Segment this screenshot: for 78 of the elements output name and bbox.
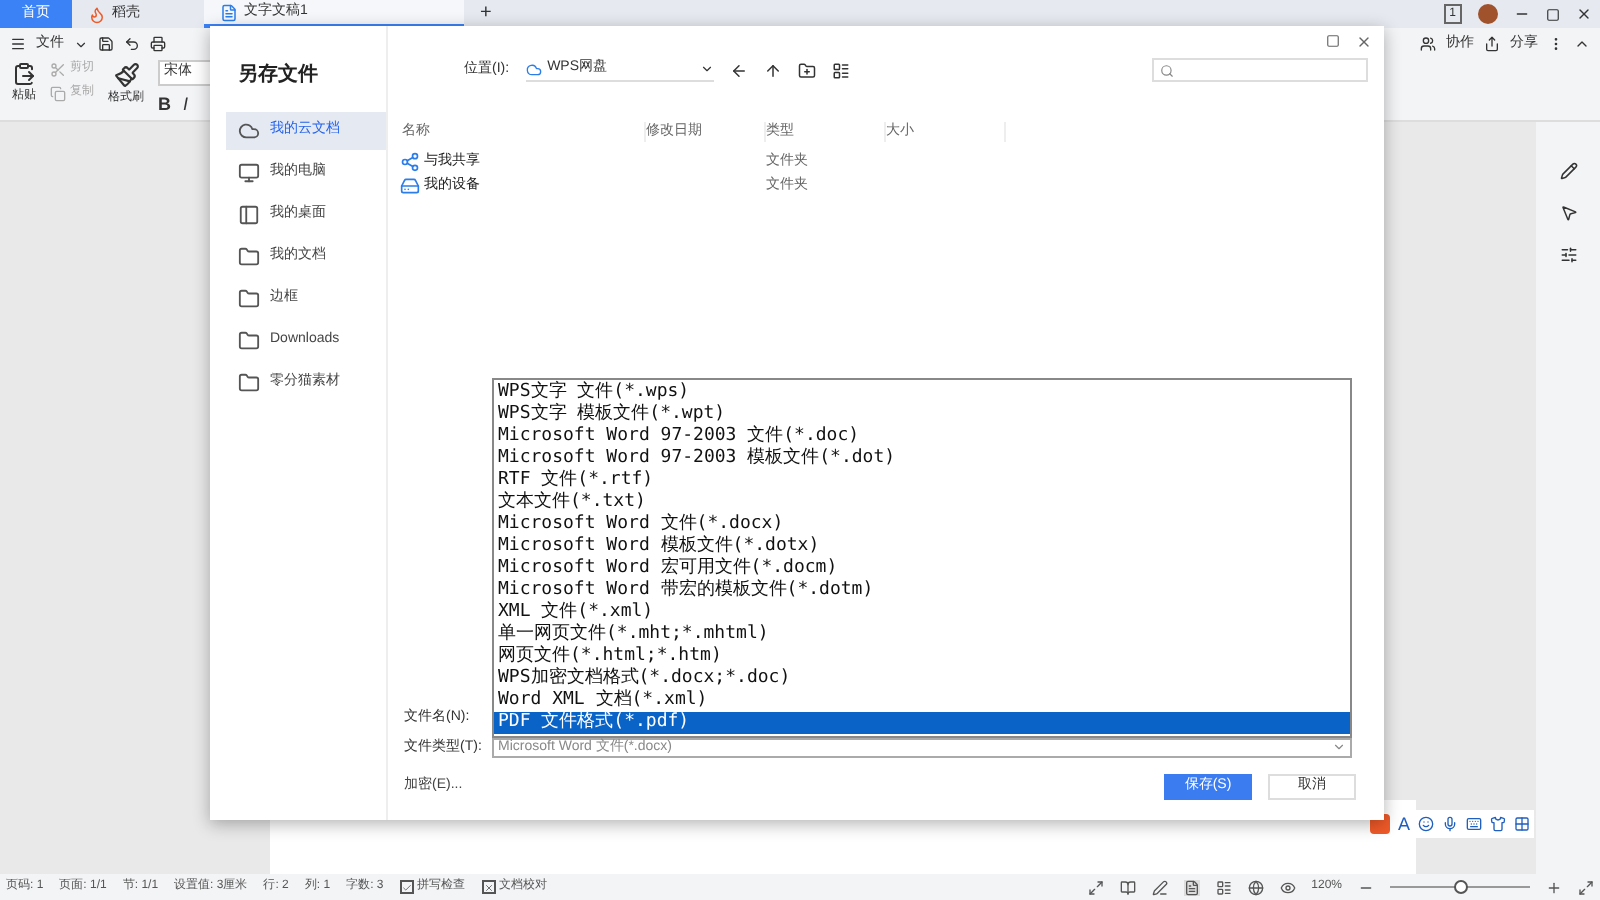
keyboard-icon[interactable] bbox=[1466, 816, 1483, 832]
folder-icon bbox=[238, 246, 260, 268]
filetype-option[interactable]: 网页文件(*.html;*.htm) bbox=[494, 645, 1350, 668]
filetype-option[interactable]: Word XML 文档(*.xml) bbox=[494, 689, 1350, 712]
print-icon[interactable] bbox=[150, 36, 166, 52]
microphone-icon[interactable] bbox=[1442, 816, 1459, 832]
filetype-option[interactable]: Microsoft Word 文件(*.docx) bbox=[494, 513, 1350, 536]
collapse-icon[interactable] bbox=[1574, 36, 1590, 52]
filetype-option[interactable]: Microsoft Word 97-2003 文件(*.doc) bbox=[494, 425, 1350, 448]
chevron-down-icon[interactable] bbox=[74, 37, 88, 51]
filetype-option[interactable]: WPS文字 模板文件(*.wpt) bbox=[494, 403, 1350, 426]
font-button[interactable]: A bbox=[1398, 815, 1411, 833]
fit-icon[interactable] bbox=[1578, 879, 1594, 895]
sliders-icon[interactable] bbox=[1559, 246, 1577, 264]
flame-icon bbox=[88, 5, 106, 23]
filetype-option[interactable]: 文本文件(*.txt) bbox=[494, 491, 1350, 514]
maximize-icon[interactable] bbox=[1326, 34, 1340, 48]
filetype-option[interactable]: RTF 文件(*.rtf) bbox=[494, 469, 1350, 492]
filetype-option[interactable]: WPS文字 文件(*.wps) bbox=[494, 381, 1350, 404]
pointer-icon[interactable] bbox=[1559, 204, 1577, 222]
share-icon[interactable] bbox=[1484, 36, 1500, 52]
filetype-option[interactable]: PDF 文件格式(*.pdf) bbox=[494, 711, 1350, 734]
close-icon[interactable] bbox=[1356, 34, 1372, 50]
italic-button[interactable]: I bbox=[183, 91, 189, 118]
share-icon bbox=[400, 152, 420, 172]
new-tab-button[interactable]: + bbox=[464, 0, 508, 28]
monitor-icon bbox=[238, 162, 260, 184]
outline-icon[interactable] bbox=[1215, 879, 1232, 895]
menu-icon[interactable] bbox=[10, 36, 26, 52]
filetype-option[interactable]: WPS加密文档格式(*.docx;*.doc) bbox=[494, 667, 1350, 690]
web-view-icon[interactable] bbox=[1247, 879, 1264, 895]
folder-icon bbox=[238, 372, 260, 394]
filetype-option[interactable]: Microsoft Word 97-2003 模板文件(*.dot) bbox=[494, 447, 1350, 470]
read-mode-icon[interactable] bbox=[1119, 879, 1136, 895]
save-icon[interactable] bbox=[98, 36, 114, 52]
folder-icon bbox=[238, 288, 260, 310]
clipboard-icon bbox=[12, 62, 36, 86]
close-icon[interactable] bbox=[1576, 6, 1592, 22]
device-icon bbox=[400, 176, 420, 196]
restore-icon[interactable] bbox=[1546, 7, 1560, 21]
undo-icon[interactable] bbox=[124, 36, 140, 52]
people-icon[interactable] bbox=[1420, 36, 1436, 52]
search-field[interactable] bbox=[1152, 58, 1368, 82]
write-mode-icon[interactable] bbox=[1151, 879, 1168, 895]
shirt-icon[interactable] bbox=[1490, 816, 1507, 832]
fullscreen-icon[interactable] bbox=[1087, 879, 1104, 895]
filetype-option[interactable]: XML 文件(*.xml) bbox=[494, 601, 1350, 624]
chevron-down-icon bbox=[1332, 740, 1346, 755]
zoom-in-icon[interactable] bbox=[1546, 879, 1562, 895]
paintbrush-icon bbox=[113, 62, 139, 88]
view-icon[interactable] bbox=[831, 61, 850, 79]
bold-button[interactable]: B bbox=[158, 91, 171, 118]
document-icon bbox=[220, 3, 238, 21]
avatar-icon[interactable] bbox=[1478, 4, 1498, 24]
back-icon[interactable] bbox=[729, 61, 748, 79]
page-view-icon[interactable] bbox=[1183, 879, 1200, 895]
filetype-option[interactable]: 单一网页文件(*.mht;*.mhtml) bbox=[494, 623, 1350, 646]
desktop-icon bbox=[238, 204, 260, 226]
eye-icon[interactable] bbox=[1279, 879, 1296, 895]
folder-icon bbox=[238, 330, 260, 352]
search-icon bbox=[1160, 63, 1174, 77]
copy-icon bbox=[50, 85, 66, 101]
filetype-option[interactable]: Microsoft Word 宏可用文件(*.docm) bbox=[494, 557, 1350, 580]
cross-box-icon bbox=[481, 880, 496, 894]
dialog-title: 另存文件 bbox=[238, 61, 320, 90]
up-icon[interactable] bbox=[763, 61, 782, 79]
cloud-icon bbox=[525, 61, 542, 77]
grid-icon[interactable] bbox=[1514, 816, 1531, 832]
check-box-icon bbox=[399, 880, 414, 894]
cloud-icon bbox=[238, 120, 260, 142]
emoji-icon[interactable] bbox=[1418, 816, 1435, 832]
chevron-down-icon bbox=[699, 62, 714, 76]
scissors-icon bbox=[50, 61, 66, 77]
filetype-option[interactable]: Microsoft Word 模板文件(*.dotx) bbox=[494, 535, 1350, 558]
filetype-option[interactable]: Microsoft Word 带宏的模板文件(*.dotm) bbox=[494, 579, 1350, 602]
pencil-icon[interactable] bbox=[1559, 162, 1577, 180]
zoom-thumb[interactable] bbox=[1454, 880, 1468, 894]
new-folder-icon[interactable] bbox=[797, 61, 816, 79]
